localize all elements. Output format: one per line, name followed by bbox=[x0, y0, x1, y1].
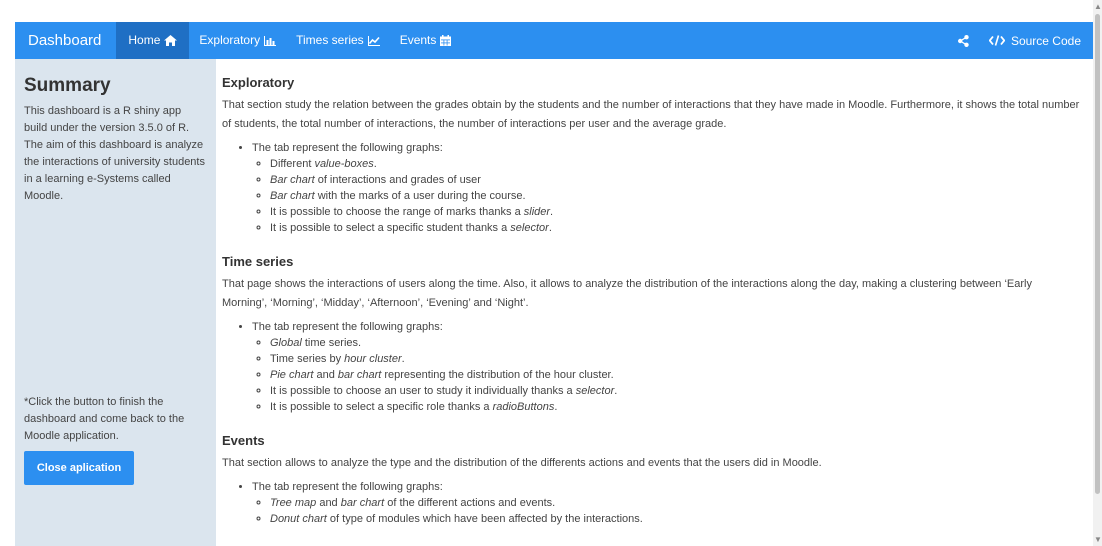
tab-events[interactable]: Events bbox=[390, 22, 462, 59]
scrollbar-thumb[interactable] bbox=[1095, 14, 1100, 494]
tab-times-series[interactable]: Times series bbox=[286, 22, 390, 59]
section-text-time-series: That page shows the interactions of user… bbox=[222, 278, 1032, 309]
list-item: Bar chart with the marks of a user durin… bbox=[270, 188, 1080, 204]
section-title-events: Events bbox=[222, 433, 265, 448]
sidebar-title: Summary bbox=[24, 75, 111, 96]
tab-exploratory-label: Exploratory bbox=[199, 33, 261, 47]
tab-exploratory[interactable]: Exploratory bbox=[189, 22, 286, 59]
tab-home[interactable]: Home bbox=[116, 22, 190, 59]
list-item: It is possible to choose the range of ma… bbox=[270, 204, 1080, 220]
section-title-time-series: Time series bbox=[222, 254, 294, 269]
sidebar-description: This dashboard is a R shiny app build un… bbox=[24, 105, 205, 202]
share-button[interactable] bbox=[948, 34, 979, 47]
calendar-icon bbox=[440, 35, 452, 46]
list-item: It is possible to select a specific stud… bbox=[270, 220, 1080, 236]
code-icon bbox=[988, 35, 1005, 46]
bullet-list: The tab represent the following graphs: … bbox=[222, 140, 1080, 236]
section-title-exploratory: Exploratory bbox=[222, 75, 295, 90]
list-item: Time series by hour cluster. bbox=[270, 351, 1080, 367]
list-item: The tab represent the following graphs: … bbox=[252, 140, 1080, 236]
list-item: It is possible to choose an user to stud… bbox=[270, 383, 1080, 399]
source-code-link[interactable]: Source Code bbox=[979, 34, 1093, 48]
section-text-events: That section allows to analyze the type … bbox=[222, 457, 822, 469]
list-item: Global time series. bbox=[270, 335, 1080, 351]
navbar: Dashboard Home Exploratory Times series … bbox=[15, 22, 1093, 59]
tab-times-series-label: Times series bbox=[296, 33, 364, 47]
scroll-down-arrow-icon[interactable]: ▼ bbox=[1094, 535, 1102, 544]
close-application-button[interactable]: Close aplication bbox=[24, 451, 134, 485]
list-item: Pie chart and bar chart representing the… bbox=[270, 367, 1080, 383]
main-content: Exploratory That section study the relat… bbox=[222, 59, 1080, 546]
navbar-brand[interactable]: Dashboard bbox=[15, 22, 116, 59]
scroll-up-arrow-icon[interactable]: ▲ bbox=[1094, 2, 1102, 11]
source-code-label: Source Code bbox=[1010, 33, 1081, 48]
list-item: Different value-boxes. bbox=[270, 156, 1080, 172]
share-icon bbox=[957, 34, 969, 47]
sidebar-note: *Click the button to finish the dashboar… bbox=[24, 396, 185, 442]
bar-chart-icon bbox=[264, 35, 277, 46]
list-item: Donut chart of type of modules which hav… bbox=[270, 511, 1080, 527]
list-item: The tab represent the following graphs: … bbox=[252, 479, 1080, 527]
sidebar: Summary This dashboard is a R shiny app … bbox=[15, 59, 216, 546]
section-text-exploratory: That section study the relation between … bbox=[222, 99, 1080, 130]
bullet-list: The tab represent the following graphs: … bbox=[222, 479, 1080, 527]
vertical-scrollbar[interactable]: ▲ ▼ bbox=[1093, 0, 1102, 546]
bullet-list: The tab represent the following graphs: … bbox=[222, 319, 1080, 415]
line-chart-icon bbox=[367, 35, 380, 46]
list-item: It is possible to select a specific role… bbox=[270, 399, 1080, 415]
home-icon bbox=[164, 35, 178, 46]
list-item: Bar chart of interactions and grades of … bbox=[270, 172, 1080, 188]
list-item: Tree map and bar chart of the different … bbox=[270, 495, 1080, 511]
tab-events-label: Events bbox=[399, 33, 437, 47]
list-item: The tab represent the following graphs: … bbox=[252, 319, 1080, 415]
tab-home-label: Home bbox=[128, 33, 161, 47]
